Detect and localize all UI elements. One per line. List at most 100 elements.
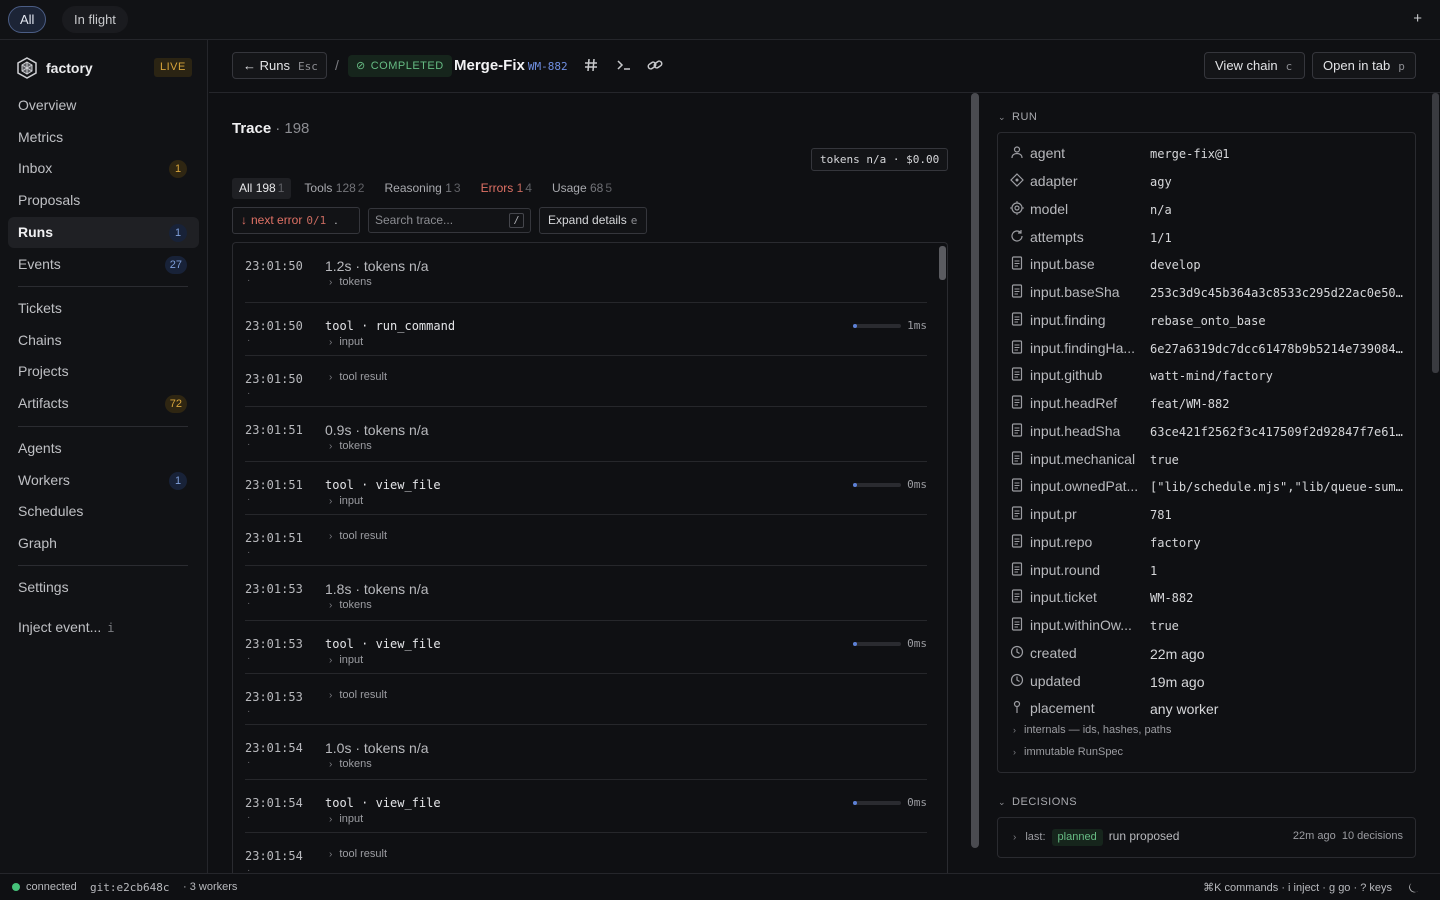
run-field-row[interactable]: input.round 1 bbox=[1010, 560, 1410, 580]
tab-usage[interactable]: Usage 68 5 bbox=[545, 178, 619, 199]
run-field-row[interactable]: input.finding rebase_onto_base bbox=[1010, 310, 1410, 330]
moon-icon[interactable] bbox=[1407, 881, 1421, 895]
doc-icon bbox=[1010, 562, 1024, 576]
trace-row[interactable]: 23:01:50 · › tool result bbox=[245, 356, 927, 407]
sidebar-item-runs[interactable]: Runs 1 bbox=[8, 217, 199, 248]
ticket-link[interactable]: WM-882 bbox=[528, 60, 568, 73]
factory-logo-icon bbox=[17, 57, 37, 79]
run-field-row[interactable]: input.headSha 63ce421f2562f3c417509f2d928… bbox=[1010, 421, 1410, 441]
check-circle-icon: ⊘ bbox=[356, 60, 366, 72]
sidebar-item-inject-event[interactable]: Inject event... i bbox=[8, 612, 199, 643]
run-field-row[interactable]: input.withinOw... true bbox=[1010, 615, 1410, 635]
trace-scrollbar[interactable] bbox=[939, 246, 946, 280]
run-field-row[interactable]: created 22m ago bbox=[1010, 643, 1410, 663]
row-expander[interactable]: › tool result bbox=[329, 848, 387, 860]
row-expander[interactable]: › tokens bbox=[329, 440, 372, 452]
row-expander[interactable]: › tokens bbox=[329, 599, 372, 611]
connection-status-icon bbox=[12, 883, 20, 891]
brand[interactable]: factory bbox=[16, 57, 93, 79]
view-chain-button[interactable]: View chain c bbox=[1204, 52, 1305, 79]
sidebar-divider bbox=[18, 286, 188, 287]
sidebar-item-inbox[interactable]: Inbox 1 bbox=[8, 153, 199, 184]
sidebar-item-graph[interactable]: Graph bbox=[8, 528, 199, 559]
trace-row[interactable]: 23:01:53 · tool · view_file › input 0ms bbox=[245, 621, 927, 674]
run-field-row[interactable]: adapter agy bbox=[1010, 171, 1410, 191]
run-section-header[interactable]: ⌄ RUN bbox=[998, 111, 1037, 123]
row-expander[interactable]: › input bbox=[329, 336, 363, 348]
row-expander[interactable]: › tool result bbox=[329, 689, 387, 701]
run-field-row[interactable]: input.pr 781 bbox=[1010, 504, 1410, 524]
chevron-right-icon: › bbox=[329, 690, 333, 701]
run-field-row[interactable]: agent merge-fix@1 bbox=[1010, 143, 1410, 163]
trace-row[interactable]: 23:01:51 · › tool result bbox=[245, 515, 927, 566]
run-field-row[interactable]: placement any worker bbox=[1010, 698, 1410, 718]
tab-all[interactable]: All 198 1 bbox=[232, 178, 292, 199]
decision-row[interactable]: › last: planned run proposed 22m ago 10 dec… bbox=[1013, 829, 1403, 847]
next-error-button[interactable]: ↓ next error 0/1. bbox=[232, 207, 360, 234]
trace-row[interactable]: 23:01:51 · tool · view_file › input 0ms bbox=[245, 462, 927, 515]
sidebar-item-chains[interactable]: Chains bbox=[8, 325, 199, 356]
run-field-row[interactable]: input.ownedPat... ["lib/schedule.mjs","li… bbox=[1010, 476, 1410, 496]
row-expander[interactable]: › input bbox=[329, 654, 363, 666]
filter-in-flight[interactable]: In flight bbox=[62, 6, 128, 33]
run-field-row[interactable]: updated 19m ago bbox=[1010, 671, 1410, 691]
run-field-row[interactable]: input.ticket WM-882 bbox=[1010, 587, 1410, 607]
tab-errors[interactable]: Errors 14 bbox=[474, 178, 539, 199]
row-expander[interactable]: › input bbox=[329, 813, 363, 825]
trace-row[interactable]: 23:01:50 · tool · run_command › input 1ms bbox=[245, 303, 927, 356]
run-field-row[interactable]: input.mechanical true bbox=[1010, 449, 1410, 469]
sidebar-item-settings[interactable]: Settings bbox=[8, 572, 199, 603]
back-to-runs-button[interactable]: ← Runs Esc bbox=[232, 52, 327, 79]
details-scrollbar[interactable] bbox=[1432, 93, 1439, 373]
link-icon[interactable] bbox=[646, 56, 664, 74]
sidebar-item-tickets[interactable]: Tickets bbox=[8, 293, 199, 324]
run-field-row[interactable]: input.baseSha 253c3d9c45b364a3c8533c295d2… bbox=[1010, 282, 1410, 302]
row-expander[interactable]: › tool result bbox=[329, 530, 387, 542]
sidebar-item-events[interactable]: Events 27 bbox=[8, 249, 199, 280]
row-expander[interactable]: › tokens bbox=[329, 758, 372, 770]
sidebar-item-metrics[interactable]: Metrics bbox=[8, 122, 199, 153]
sidebar-item-proposals[interactable]: Proposals bbox=[8, 185, 199, 216]
trace-row[interactable]: 23:01:50 · 1.2s · tokens n/a › tokens bbox=[245, 243, 927, 303]
runspec-expander[interactable]: › immutable RunSpec bbox=[1013, 746, 1123, 758]
dot-icon: · bbox=[247, 865, 251, 873]
row-expander[interactable]: › tokens bbox=[329, 276, 372, 288]
internals-expander[interactable]: › internals — ids, hashes, paths bbox=[1013, 724, 1171, 736]
row-expander[interactable]: › input bbox=[329, 495, 363, 507]
trace-row[interactable]: 23:01:53 · 1.8s · tokens n/a › tokens bbox=[245, 566, 927, 621]
sidebar-item-schedules[interactable]: Schedules bbox=[8, 496, 199, 527]
expand-details-button[interactable]: Expand details e bbox=[539, 207, 647, 234]
filter-all[interactable]: All bbox=[8, 6, 47, 33]
tab-tools[interactable]: Tools 128 2 bbox=[297, 178, 371, 199]
trace-row[interactable]: 23:01:51 · 0.9s · tokens n/a › tokens bbox=[245, 407, 927, 462]
sidebar-item-overview[interactable]: Overview bbox=[8, 90, 199, 121]
run-field-row[interactable]: input.headRef feat/WM-882 bbox=[1010, 393, 1410, 413]
hash-icon[interactable] bbox=[582, 56, 600, 74]
field-value: 6e27a6319dc7dcc61478b9b5214e739084... bbox=[1150, 342, 1406, 356]
sidebar-item-agents[interactable]: Agents bbox=[8, 433, 199, 464]
trace-row[interactable]: 23:01:53 · › tool result bbox=[245, 674, 927, 725]
run-field-row[interactable]: input.base develop bbox=[1010, 254, 1410, 274]
panel-resize-handle[interactable] bbox=[971, 93, 979, 848]
open-in-tab-button[interactable]: Open in tab p bbox=[1312, 52, 1416, 79]
run-field-row[interactable]: attempts 1/1 bbox=[1010, 227, 1410, 247]
run-field-row[interactable]: input.repo factory bbox=[1010, 532, 1410, 552]
decisions-section-header[interactable]: ⌄ DECISIONS bbox=[998, 796, 1077, 808]
sidebar-item-workers[interactable]: Workers 1 bbox=[8, 465, 199, 496]
run-field-row[interactable]: input.findingHa... 6e27a6319dc7dcc61478b9… bbox=[1010, 338, 1410, 358]
trace-row[interactable]: 23:01:54 · › tool result bbox=[245, 833, 927, 873]
run-field-row[interactable]: model n/a bbox=[1010, 199, 1410, 219]
doc-icon bbox=[1010, 617, 1024, 631]
sidebar-item-projects[interactable]: Projects bbox=[8, 356, 199, 387]
add-button[interactable]: + bbox=[1413, 10, 1422, 27]
timestamp: 23:01:50 bbox=[245, 259, 303, 273]
terminal-icon[interactable] bbox=[615, 56, 633, 74]
trace-search-input[interactable]: Search trace... / bbox=[368, 208, 531, 233]
sidebar-item-artifacts[interactable]: Artifacts 72 bbox=[8, 388, 199, 419]
breadcrumb-separator: / bbox=[335, 57, 339, 73]
run-field-row[interactable]: input.github watt-mind/factory bbox=[1010, 365, 1410, 385]
trace-row[interactable]: 23:01:54 · 1.0s · tokens n/a › tokens bbox=[245, 725, 927, 780]
trace-row[interactable]: 23:01:54 · tool · view_file › input 0ms bbox=[245, 780, 927, 833]
row-expander[interactable]: › tool result bbox=[329, 371, 387, 383]
tab-reasoning[interactable]: Reasoning 13 bbox=[377, 178, 467, 199]
